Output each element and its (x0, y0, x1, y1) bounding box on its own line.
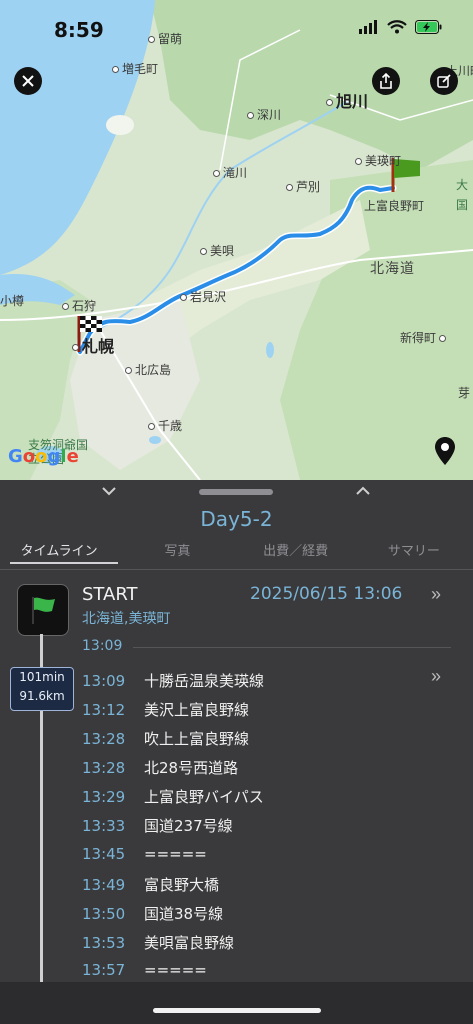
map-label: 大 (456, 178, 469, 192)
tab-expenses[interactable]: 出費／経費 (237, 540, 355, 566)
map-label: 芽 (458, 386, 471, 400)
separator-time: 13:09 (82, 638, 123, 654)
route-step[interactable]: 13:29 上富良野バイパス (82, 786, 264, 810)
map-label: 滝川 (213, 164, 247, 181)
map-label: 美唄 (200, 242, 234, 259)
chevron-up-icon[interactable] (355, 484, 371, 498)
map-label: 新得町 (400, 329, 449, 346)
green-flag-icon (32, 597, 55, 624)
start-label: START (82, 584, 138, 605)
edit-button[interactable] (430, 67, 458, 95)
status-bar: 8:59 (0, 0, 473, 56)
chevron-down-icon[interactable] (101, 484, 117, 498)
edit-icon (437, 74, 451, 88)
map-label: 深川 (247, 106, 281, 123)
signal-icon (359, 20, 377, 34)
tab-summary[interactable]: サマリー (355, 540, 473, 566)
timeline-panel: Day5-2 タイムライン 写真 出費／経費 サマリー START 2025/0… (0, 480, 473, 1024)
map-label: 千歳 (148, 417, 182, 434)
route-step[interactable]: 13:28 吹上上富良野線 (82, 728, 249, 752)
start-entry[interactable]: START 2025/06/15 13:06 » 北海道,美瑛町 (0, 570, 473, 636)
duration-minutes: 101min (19, 670, 65, 684)
share-icon (380, 73, 392, 89)
route-step[interactable]: 13:45 ===== (82, 845, 207, 869)
map-terrain (0, 0, 473, 480)
route-step[interactable]: 13:09 十勝岳温泉美瑛線 (82, 670, 264, 694)
map-label: 美瑛町 (355, 152, 401, 169)
route-step[interactable]: 13:12 美沢上富良野線 (82, 699, 249, 723)
double-chevron-right-icon[interactable]: » (431, 666, 441, 687)
close-button[interactable] (14, 67, 42, 95)
double-chevron-right-icon[interactable]: » (431, 584, 441, 605)
route-step[interactable]: 13:49 富良野大橋 (82, 874, 219, 898)
start-datetime: 2025/06/15 13:06 (250, 584, 403, 604)
map-label: 岩見沢 (180, 288, 226, 305)
page-title: Day5-2 (200, 507, 273, 531)
tab-bar: タイムライン 写真 出費／経費 サマリー (0, 540, 473, 566)
battery-charging-icon (415, 20, 442, 34)
route-step[interactable]: 13:50 国道38号線 (82, 903, 223, 927)
map-label: 上富良野町 (364, 199, 425, 213)
map-label: 増毛町 (112, 60, 158, 77)
home-indicator[interactable] (153, 1008, 321, 1013)
map-label: 北広島 (125, 361, 171, 378)
duration-badge: 101min 91.6km (10, 667, 74, 711)
map-label: 石狩 (62, 297, 96, 314)
drag-handle[interactable] (199, 489, 273, 495)
route-step[interactable]: 13:33 国道237号線 (82, 815, 233, 839)
map-label: 旭川 (326, 88, 368, 112)
tab-photos[interactable]: 写真 (118, 540, 236, 566)
route-step[interactable]: 13:53 美唄富良野線 (82, 932, 234, 956)
start-place: 北海道,美瑛町 (82, 611, 171, 627)
map-label: 国 (456, 198, 469, 212)
location-pin-icon[interactable] (434, 436, 456, 466)
share-button[interactable] (372, 67, 400, 95)
route-step[interactable]: 13:28 北28号西道路 (82, 757, 238, 781)
google-logo: Google (8, 446, 79, 467)
duration-distance: 91.6km (19, 689, 65, 703)
start-flag-badge (17, 584, 69, 636)
route-map[interactable]: 留萌 増毛町 旭川 深川 美瑛町 滝川 芦別 上富良野町 美唄 北海道 岩見沢 … (0, 0, 473, 480)
map-label: 小樽 (0, 294, 25, 308)
tab-active-indicator (10, 562, 118, 564)
map-label: 芦別 (286, 178, 320, 195)
status-time: 8:59 (54, 18, 104, 42)
bottom-bar (0, 982, 473, 1024)
map-label: 北海道 (370, 261, 415, 277)
wifi-icon (387, 20, 407, 34)
map-label: 札幌 (72, 333, 114, 357)
close-icon (22, 75, 34, 87)
separator-line (133, 647, 451, 648)
